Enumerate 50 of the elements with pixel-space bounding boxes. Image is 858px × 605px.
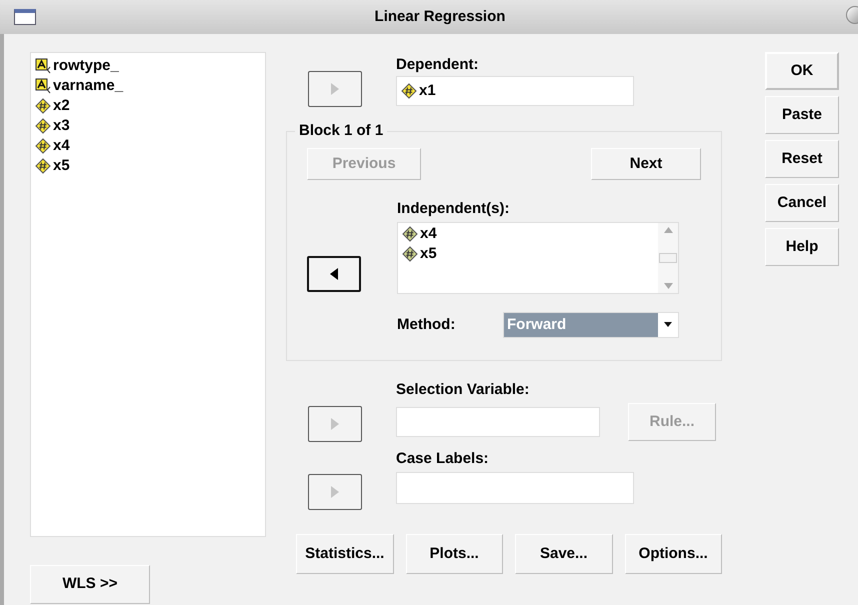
variable-item[interactable]: x1 [401,81,436,101]
right-triangle-icon [331,486,339,498]
independents-list[interactable]: x4 x5 [397,222,679,294]
field-label: Independent(s): [397,199,510,219]
move-arrow-button[interactable] [307,256,361,292]
numeric-variable-icon [402,226,418,242]
field-label: Selection Variable: [396,380,530,400]
variable-item[interactable]: x4 [402,224,654,244]
dialog-button[interactable]: Save... [515,534,612,574]
variable-item[interactable]: x2 [35,96,261,116]
string-variable-icon [35,58,51,74]
scroll-up-icon[interactable] [664,227,672,233]
dialog-button[interactable]: Options... [624,534,722,574]
right-triangle-icon [331,83,339,95]
dialog-button[interactable]: Cancel [765,184,839,222]
numeric-variable-icon [35,158,51,174]
numeric-variable-icon [35,118,51,134]
variable-item[interactable]: varname_ [35,76,261,96]
right-triangle-icon [331,418,339,430]
dialog-button[interactable]: Reset [765,140,839,178]
dialog-button[interactable]: Plots... [406,534,503,574]
numeric-variable-icon [35,138,51,154]
selection-variable-field[interactable] [396,407,600,437]
dialog-button[interactable]: Statistics... [296,534,394,574]
scroll-down-icon[interactable] [664,283,672,289]
field-label: Case Labels: [396,449,490,469]
string-variable-icon [35,78,51,94]
scrollbar[interactable] [658,223,678,293]
numeric-variable-icon [402,246,418,262]
window-title: Linear Regression [374,6,506,27]
variable-item[interactable]: x5 [35,156,261,176]
dialog-button[interactable]: Help [765,228,839,266]
numeric-variable-icon [401,83,417,99]
variable-item[interactable]: rowtype_ [35,56,261,76]
variable-item[interactable]: x5 [402,244,654,264]
variable-item[interactable]: x4 [35,136,261,156]
window-icon [14,9,36,25]
wls-button[interactable]: WLS >> [30,565,150,604]
dependent-field[interactable]: x1 [396,76,634,106]
case-labels-field[interactable] [396,472,634,504]
dialog-button[interactable]: Paste [765,96,839,134]
scroll-thumb[interactable] [659,253,677,263]
variable-item[interactable]: x3 [35,116,261,136]
left-triangle-icon [330,268,338,280]
next-button[interactable]: Next [591,148,701,180]
field-label: Method: [397,314,456,335]
dialog-button[interactable]: OK [765,52,839,90]
field-label: Dependent: [396,55,480,75]
variable-list[interactable]: rowtype_ varname_ x2 x3 x4 x5 [30,52,266,537]
numeric-variable-icon [35,98,51,114]
